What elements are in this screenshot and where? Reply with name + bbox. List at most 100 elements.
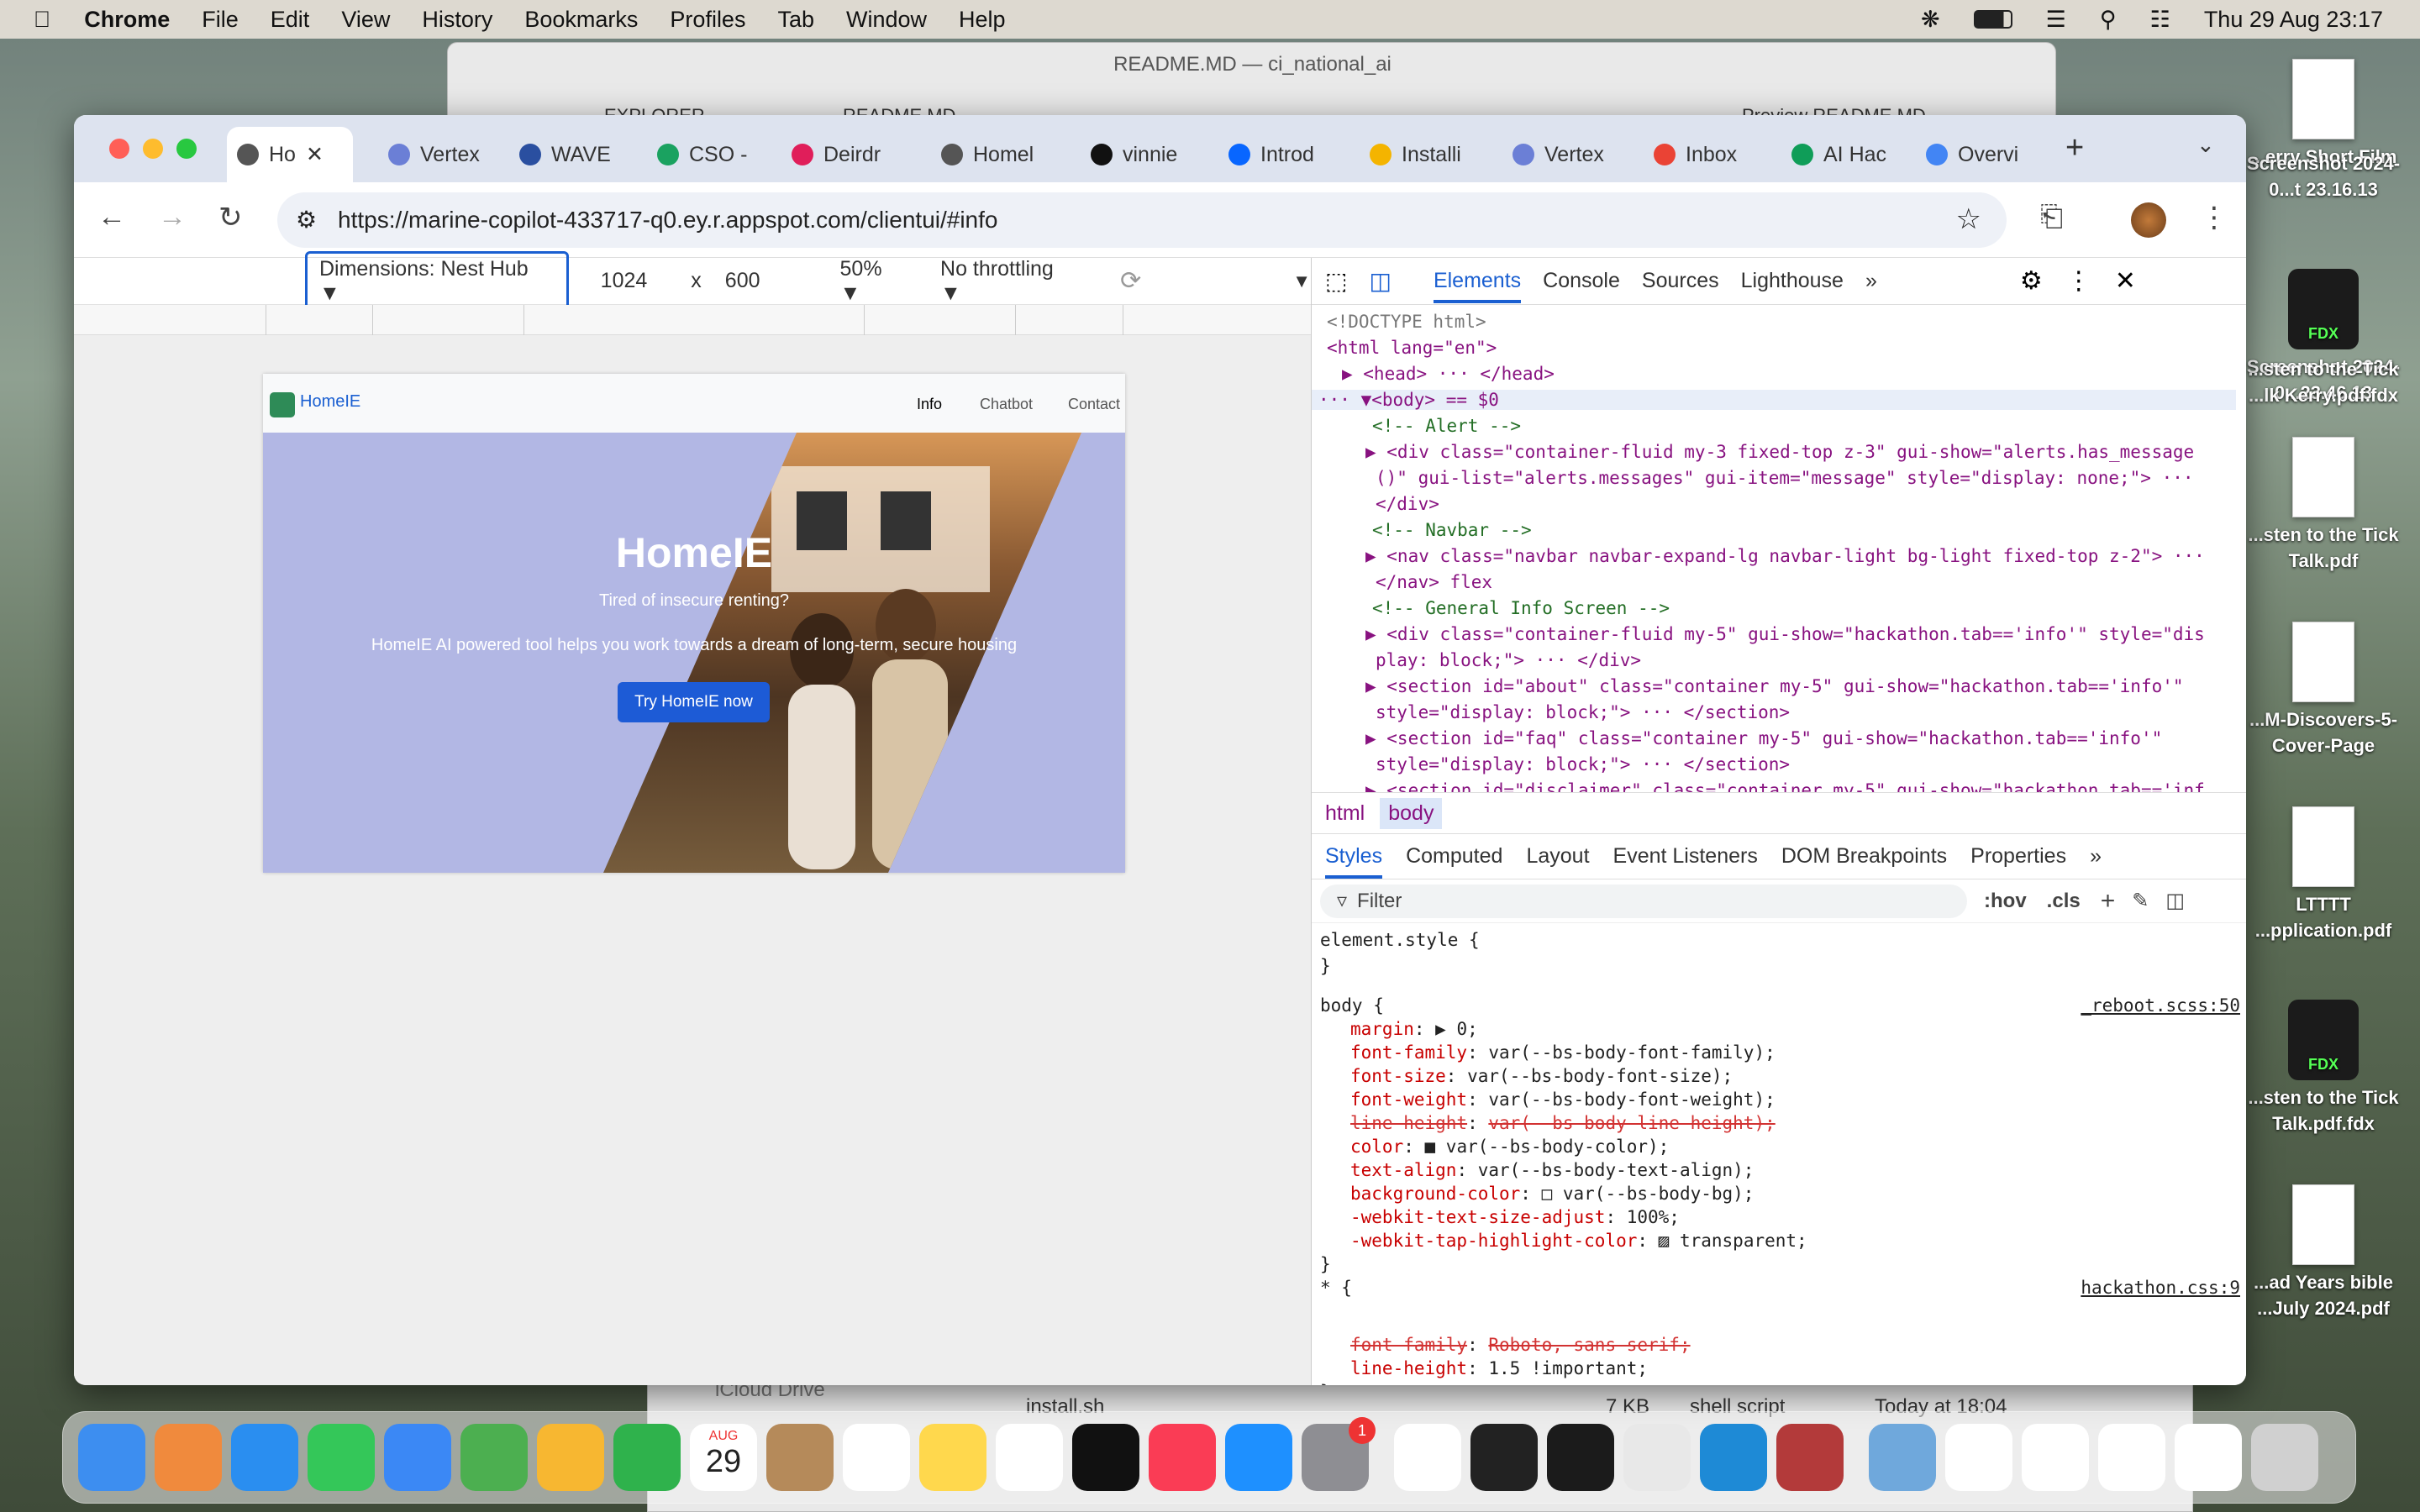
css-property[interactable]: font-family bbox=[1350, 1042, 1467, 1063]
system-settings-icon[interactable]: 1 bbox=[1302, 1417, 1376, 1491]
appletv-icon[interactable] bbox=[1072, 1424, 1139, 1491]
control-center-icon[interactable]: ☷ bbox=[2150, 7, 2170, 33]
filter-input[interactable]: ▿ Filter bbox=[1320, 884, 1967, 918]
zoom-window-button[interactable] bbox=[176, 139, 197, 159]
styles-subtab[interactable]: Event Listeners bbox=[1613, 844, 1758, 869]
recent-doc-icon[interactable] bbox=[1945, 1424, 2012, 1491]
try-homeie-button[interactable]: Try HomeIE now bbox=[618, 682, 770, 722]
dom-node-line[interactable]: style="display: block;"> ··· </section> bbox=[1376, 754, 1790, 774]
css-value[interactable]: ■ var(--bs-body-color); bbox=[1425, 1137, 1670, 1157]
menu-help[interactable]: Help bbox=[959, 7, 1006, 33]
styles-subtab[interactable]: Layout bbox=[1526, 844, 1589, 869]
brand-name[interactable]: HomeIE bbox=[300, 392, 360, 412]
css-value[interactable]: var(--bs-body-font-size); bbox=[1467, 1066, 1733, 1086]
css-value[interactable]: ▶ 0; bbox=[1435, 1019, 1478, 1039]
css-value[interactable]: 100%; bbox=[1627, 1207, 1680, 1227]
vscode-icon[interactable] bbox=[1700, 1424, 1767, 1491]
tab-console[interactable]: Console bbox=[1543, 269, 1620, 293]
extensions-icon[interactable]: ⎗ bbox=[2040, 201, 2063, 234]
menu-kebab-icon[interactable]: ⋮ bbox=[2200, 201, 2228, 234]
dom-node-line[interactable]: </nav> flex bbox=[1376, 572, 1492, 592]
menu-clock[interactable]: Thu 29 Aug 23:17 bbox=[2204, 7, 2383, 33]
menu-profiles[interactable]: Profiles bbox=[670, 7, 745, 33]
desktop-file[interactable]: ...M-Discovers-5-Cover-Page bbox=[2244, 622, 2403, 759]
final-draft-icon[interactable] bbox=[1547, 1424, 1614, 1491]
facetime-icon[interactable] bbox=[613, 1424, 681, 1491]
css-rule-line[interactable]: element.style { bbox=[1320, 930, 1480, 950]
device-dimensions-select[interactable]: Dimensions: Nest Hub ▼ bbox=[305, 250, 569, 312]
mail-icon[interactable] bbox=[384, 1424, 451, 1491]
dom-node-line[interactable]: ▶ <section id="faq" class="container my-… bbox=[1365, 728, 2162, 748]
new-rule-button[interactable]: + bbox=[2101, 887, 2116, 916]
nav-chatbot[interactable]: Chatbot bbox=[980, 396, 1033, 413]
css-property[interactable]: text-align bbox=[1350, 1160, 1456, 1180]
terminal-icon[interactable] bbox=[1470, 1424, 1538, 1491]
brand-logo-icon[interactable] bbox=[270, 392, 295, 417]
browser-tab[interactable]: WAVE bbox=[509, 127, 637, 182]
desktop-file[interactable]: LTTTT ...pplication.pdf bbox=[2244, 806, 2403, 944]
throttling-select[interactable]: No throttling ▼ bbox=[940, 257, 1080, 306]
styles-subtab[interactable]: DOM Breakpoints bbox=[1781, 844, 1947, 869]
css-rule-line[interactable]: font-size: var(--bs-body-font-size); bbox=[1350, 1066, 1733, 1086]
dom-node-line[interactable]: ▶ <div class="container-fluid my-3 fixed… bbox=[1365, 442, 2194, 462]
hov-toggle[interactable]: :hov bbox=[1984, 890, 2027, 913]
recent-doc-icon[interactable] bbox=[2175, 1424, 2242, 1491]
bookmark-star-icon[interactable]: ☆ bbox=[1956, 202, 1981, 236]
device-toggle-icon[interactable]: ◫ bbox=[1369, 267, 1391, 295]
zoom-select[interactable]: 50% ▼ bbox=[840, 257, 909, 306]
css-value[interactable]: Roboto, sans-serif; bbox=[1488, 1335, 1690, 1355]
browser-tab[interactable]: Vertex bbox=[378, 127, 506, 182]
sidebar-toggle-icon[interactable]: ◫ bbox=[2165, 889, 2185, 913]
css-rule-line[interactable]: -webkit-tap-highlight-color: ▨ transpare… bbox=[1350, 1231, 1807, 1251]
reminders-icon[interactable] bbox=[843, 1424, 910, 1491]
css-rule-line[interactable]: } bbox=[1320, 956, 1331, 976]
rotate-icon[interactable]: ⟳ bbox=[1120, 266, 1141, 296]
css-rule-line[interactable]: body { bbox=[1320, 995, 1384, 1016]
chrome-icon[interactable] bbox=[1623, 1424, 1691, 1491]
styles-subtab[interactable]: » bbox=[2090, 844, 2102, 869]
desktop-file[interactable]: Screenshot 2024-0...t 23.16.13 bbox=[2244, 151, 2403, 203]
css-rule-line[interactable]: margin: ▶ 0; bbox=[1350, 1019, 1478, 1039]
dom-node-line[interactable]: ··· ▼<body> == $0 bbox=[1312, 390, 2236, 410]
battery-icon[interactable] bbox=[1973, 10, 2012, 29]
tab-lighthouse[interactable]: Lighthouse bbox=[1741, 269, 1844, 293]
dom-node-line[interactable]: style="display: block;"> ··· </section> bbox=[1376, 702, 1790, 722]
breadcrumb-html[interactable]: html bbox=[1325, 801, 1365, 826]
dom-node-line[interactable]: ▶ <section id="about" class="container m… bbox=[1365, 676, 2184, 696]
css-property[interactable]: margin bbox=[1350, 1019, 1414, 1039]
browser-tab[interactable]: vinnie bbox=[1081, 127, 1208, 182]
browser-tab[interactable]: Deirdr bbox=[781, 127, 909, 182]
dom-node-line[interactable]: </div> bbox=[1376, 494, 1439, 514]
tab-sources[interactable]: Sources bbox=[1642, 269, 1719, 293]
address-bar[interactable]: ⚙ https://marine-copilot-433717-q0.ey.r.… bbox=[277, 192, 2007, 248]
dom-node-line[interactable]: ▶ <head> ··· </head> bbox=[1342, 364, 1555, 384]
device-width-input[interactable]: 1024 bbox=[601, 269, 648, 293]
browser-tab[interactable]: Installi bbox=[1360, 127, 1487, 182]
site-info-icon[interactable]: ⚙ bbox=[296, 206, 317, 234]
css-rule-line[interactable]: } bbox=[1320, 1254, 1331, 1274]
forward-icon[interactable]: → bbox=[158, 201, 187, 234]
browser-tab[interactable]: AI Hac bbox=[1781, 127, 1909, 182]
chatgpt-icon[interactable]: ❋ bbox=[1921, 7, 1940, 33]
dom-tree[interactable]: <!DOCTYPE html> <html lang="en"> ▶ <head> … bbox=[1312, 305, 2246, 792]
reload-icon[interactable]: ↻ bbox=[218, 201, 243, 234]
dom-node-line[interactable]: <!-- Alert --> bbox=[1372, 416, 1521, 436]
css-property[interactable]: font-size bbox=[1350, 1066, 1446, 1086]
styles-subtab[interactable]: Styles bbox=[1325, 834, 1383, 879]
styles-pane[interactable]: element.style {} _reboot.scss:50 body {mar… bbox=[1312, 923, 2246, 1385]
browser-tab[interactable]: Introd bbox=[1218, 127, 1346, 182]
paint-brush-icon[interactable]: ✎ bbox=[2132, 889, 2149, 913]
menu-bookmarks[interactable]: Bookmarks bbox=[524, 7, 638, 33]
desktop-file[interactable]: ...sten to the Tick Talk.pdf bbox=[2244, 437, 2403, 575]
css-rule-line[interactable]: -webkit-text-size-adjust: 100%; bbox=[1350, 1207, 1680, 1227]
cls-toggle[interactable]: .cls bbox=[2047, 890, 2081, 913]
menu-edit[interactable]: Edit bbox=[271, 7, 310, 33]
inspect-element-icon[interactable]: ⬚ bbox=[1325, 267, 1347, 295]
menu-file[interactable]: File bbox=[202, 7, 239, 33]
dom-node-line[interactable]: play: block;"> ··· </div> bbox=[1376, 650, 1641, 670]
maps-icon[interactable] bbox=[460, 1424, 528, 1491]
close-window-button[interactable] bbox=[109, 139, 129, 159]
css-rule-line[interactable]: text-align: var(--bs-body-text-align); bbox=[1350, 1160, 1754, 1180]
css-rule-line[interactable]: line-height: var(--bs-body-line-height); bbox=[1350, 1113, 1776, 1133]
styles-subtab[interactable]: Computed bbox=[1406, 844, 1502, 869]
